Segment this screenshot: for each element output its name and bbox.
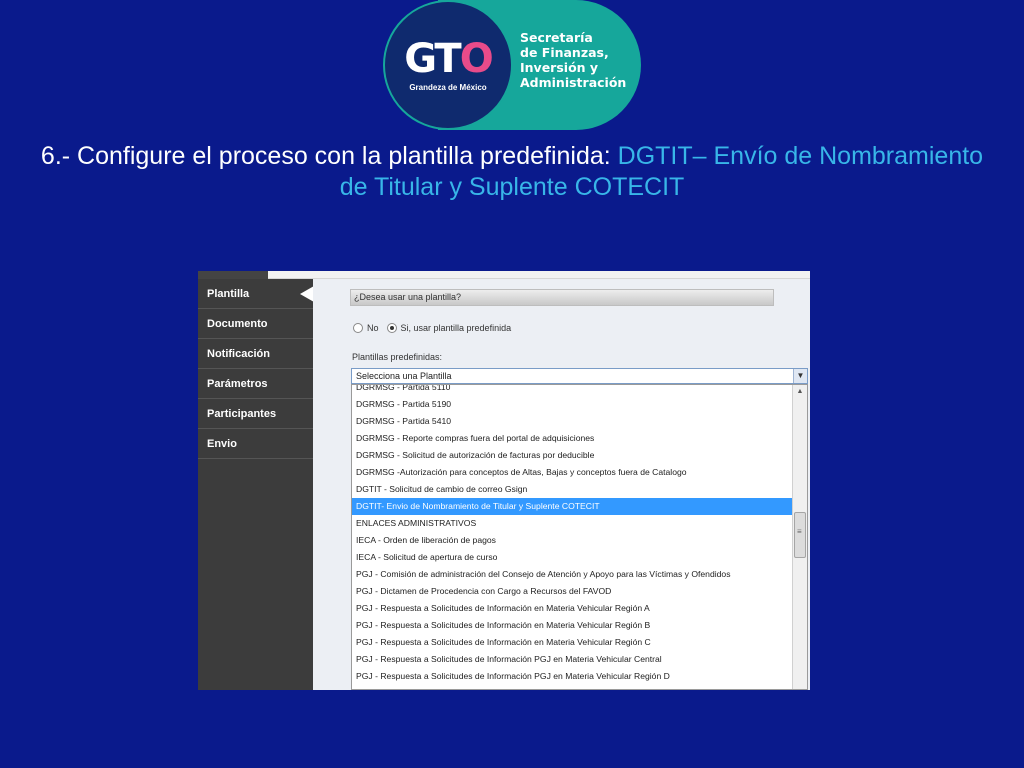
sidebar: Plantilla Documento Notificación Parámet… bbox=[198, 279, 314, 690]
section-header: ¿Desea usar una plantilla? bbox=[350, 289, 774, 306]
dropdown-option[interactable]: IECA - Solicitud de apertura de curso bbox=[352, 549, 794, 566]
dropdown-option[interactable]: PGJ - Respuesta a Solicitudes de Informa… bbox=[352, 634, 794, 651]
dropdown-option[interactable]: DGRMSG - Partida 5410 bbox=[352, 413, 794, 430]
slide-title: 6.- Configure el proceso con la plantill… bbox=[40, 141, 984, 203]
sidebar-item-documento[interactable]: Documento bbox=[198, 309, 313, 339]
main-panel: ¿Desea usar una plantilla? No Si, usar p… bbox=[313, 279, 810, 690]
logo-mark-text: GTO bbox=[404, 36, 493, 82]
radio-yes-label[interactable]: Si, usar plantilla predefinida bbox=[401, 323, 512, 333]
top-strip bbox=[198, 271, 810, 279]
sidebar-item-notificacion[interactable]: Notificación bbox=[198, 339, 313, 369]
top-strip-dark bbox=[198, 271, 268, 279]
dropdown-option[interactable]: DGTIT- Envio de Nombramiento de Titular … bbox=[352, 498, 794, 515]
template-dropdown-list[interactable]: DGRMSG - Partida 5110 DGRMSG - Partida 51… bbox=[351, 384, 808, 690]
sidebar-item-envio[interactable]: Envio bbox=[198, 429, 313, 459]
dropdown-option[interactable]: DGTIT - Solicitud de cambio de correo Gs… bbox=[352, 481, 794, 498]
template-select[interactable]: Selecciona una Plantilla ▼ bbox=[351, 368, 808, 384]
dropdown-option[interactable]: PGJ - Respuesta a Solicitudes de Informa… bbox=[352, 668, 794, 685]
dropdown-option[interactable]: DGRMSG - Partida 5110 bbox=[352, 385, 794, 396]
dropdown-option[interactable]: PGJ - Respuesta a Solicitudes de Informa… bbox=[352, 617, 794, 634]
dropdown-option[interactable]: PGJ - Respuesta a Solicitudes de Informa… bbox=[352, 651, 794, 668]
logo-org-line: Administración bbox=[520, 75, 627, 90]
scrollbar[interactable]: ▲ bbox=[792, 385, 807, 689]
dropdown-option[interactable]: IECA - Orden de liberación de pagos bbox=[352, 532, 794, 549]
sidebar-item-plantilla[interactable]: Plantilla bbox=[198, 279, 314, 309]
templates-label: Plantillas predefinidas: bbox=[352, 352, 443, 362]
logo-org-name: Secretaría de Finanzas, Inversión y Admi… bbox=[520, 30, 638, 90]
org-logo: GTO Grandeza de México Secretaría de Fin… bbox=[383, 0, 641, 130]
dropdown-option[interactable]: DGRMSG -Autorización para conceptos de A… bbox=[352, 464, 794, 481]
dropdown-options: DGRMSG - Partida 5110 DGRMSG - Partida 51… bbox=[352, 385, 794, 685]
scroll-thumb[interactable] bbox=[794, 512, 806, 558]
title-prefix: 6.- Configure el proceso con la plantill… bbox=[40, 142, 618, 170]
radio-no-label[interactable]: No bbox=[367, 323, 379, 333]
chevron-up-icon[interactable]: ▲ bbox=[793, 385, 807, 399]
logo-org-line: Secretaría bbox=[520, 30, 593, 45]
chevron-down-icon[interactable]: ▼ bbox=[793, 369, 807, 383]
dropdown-option[interactable]: PGJ - Respuesta a Solicitudes de Informa… bbox=[352, 600, 794, 617]
dropdown-option[interactable]: PGJ - Dictamen de Procedencia con Cargo … bbox=[352, 583, 794, 600]
logo-org-line: Inversión y bbox=[520, 60, 599, 75]
logo-mark: GTO bbox=[395, 36, 501, 82]
dropdown-option[interactable]: DGRMSG - Solicitud de autorización de fa… bbox=[352, 447, 794, 464]
radio-yes[interactable] bbox=[386, 323, 397, 333]
logo-tagline: Grandeza de México bbox=[409, 83, 487, 92]
dropdown-option[interactable]: DGRMSG - Reporte compras fuera del porta… bbox=[352, 430, 794, 447]
dropdown-option[interactable]: PGJ - Comisión de administración del Con… bbox=[352, 566, 794, 583]
app-screenshot: Plantilla Documento Notificación Parámet… bbox=[198, 271, 810, 690]
template-select-value: Selecciona una Plantilla bbox=[356, 371, 452, 381]
sidebar-item-participantes[interactable]: Participantes bbox=[198, 399, 313, 429]
dropdown-option[interactable]: DGRMSG - Partida 5190 bbox=[352, 396, 794, 413]
template-choice: No Si, usar plantilla predefinida bbox=[353, 323, 519, 333]
sidebar-item-parametros[interactable]: Parámetros bbox=[198, 369, 313, 399]
dropdown-option[interactable]: ENLACES ADMINISTRATIVOS bbox=[352, 515, 794, 532]
logo-org-line: de Finanzas, bbox=[520, 45, 609, 60]
radio-no[interactable] bbox=[353, 323, 363, 333]
